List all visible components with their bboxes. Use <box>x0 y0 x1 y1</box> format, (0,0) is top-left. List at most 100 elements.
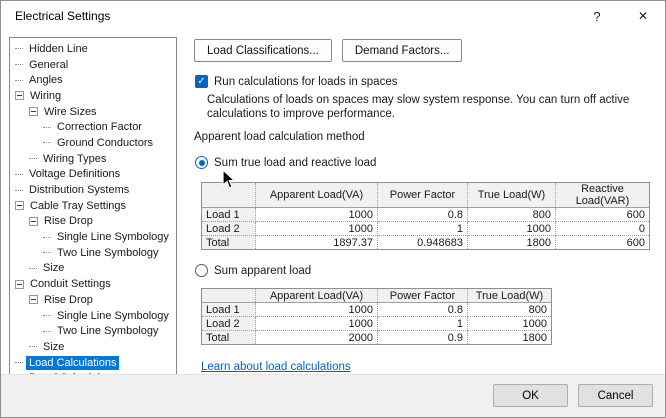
table-row: Load 110000.8800600 <box>202 208 650 222</box>
load-calculations-panel: Load Classifications... Demand Factors..… <box>193 37 657 399</box>
cell-value: 1000 <box>468 222 556 236</box>
table-row: Load 110000.8800 <box>202 303 552 317</box>
cell-value: 800 <box>468 208 556 222</box>
tree-item-label: Single Line Symbology <box>54 230 172 244</box>
tree-connector <box>15 48 23 49</box>
settings-tree: Hidden Line GeneralAnglesWiringWire Sizes… <box>9 37 177 399</box>
tree-item-size[interactable]: Size <box>10 261 176 277</box>
cell-value: 1800 <box>468 331 552 345</box>
collapse-icon[interactable] <box>29 295 38 304</box>
column-header <box>202 289 256 303</box>
run-calculations-label: Run calculations for loads in spaces <box>214 76 397 88</box>
window-title: Electrical Settings <box>15 1 110 31</box>
collapse-icon[interactable] <box>29 107 38 116</box>
tree-item-rise-drop[interactable]: Rise Drop <box>10 214 176 230</box>
tree-item-hidden-line[interactable]: Hidden Line <box>10 41 176 57</box>
tree-item-single-line-symbology[interactable]: Single Line Symbology <box>10 308 176 324</box>
tree-item-label: Correction Factor <box>54 120 145 134</box>
load-classifications-button[interactable]: Load Classifications... <box>194 39 332 62</box>
tree-item-label: Voltage Definitions <box>26 167 123 181</box>
help-button[interactable]: ? <box>575 1 619 31</box>
tree-item-distribution-systems[interactable]: Distribution Systems <box>10 182 176 198</box>
run-calculations-checkbox-row[interactable]: ✓ Run calculations for loads in spaces <box>195 75 397 88</box>
table-row: Load 2100011000 <box>202 317 552 331</box>
tree-item-label: General <box>26 58 71 72</box>
cell-value: 1000 <box>468 317 552 331</box>
checkbox-checked-icon[interactable]: ✓ <box>195 75 208 88</box>
tree-connector <box>43 252 51 253</box>
cell-value: 1800 <box>468 236 556 250</box>
tree-item-label: Load Calculations <box>26 356 119 370</box>
cell-value: 0.8 <box>378 303 468 317</box>
tree-item-angles[interactable]: Angles <box>10 72 176 88</box>
tree-item-label: Rise Drop <box>41 293 96 307</box>
cell-value: 1000 <box>256 208 378 222</box>
tree-item-correction-factor[interactable]: Correction Factor <box>10 119 176 135</box>
cell-value: 0 <box>556 222 650 236</box>
table-row: Load 21000110000 <box>202 222 650 236</box>
tree-item-label: Size <box>40 261 67 275</box>
collapse-icon[interactable] <box>29 217 38 226</box>
tree-connector <box>15 80 23 81</box>
cancel-button[interactable]: Cancel <box>578 384 653 407</box>
tree-item-single-line-symbology[interactable]: Single Line Symbology <box>10 229 176 245</box>
column-header: True Load(W) <box>468 289 552 303</box>
true-reactive-load-table: Apparent Load(VA)Power FactorTrue Load(W… <box>201 182 650 250</box>
collapse-icon[interactable] <box>15 280 24 289</box>
tree-item-load-calculations[interactable]: Load Calculations <box>10 355 176 371</box>
tree-item-size[interactable]: Size <box>10 339 176 355</box>
tree-item-label: Single Line Symbology <box>54 309 172 323</box>
ok-button[interactable]: OK <box>493 384 568 407</box>
row-label: Load 2 <box>202 317 256 331</box>
cell-value: 0.948683 <box>378 236 468 250</box>
electrical-settings-dialog: Electrical Settings ? ✕ Hidden Line Gener… <box>0 0 666 418</box>
tree-item-ground-conductors[interactable]: Ground Conductors <box>10 135 176 151</box>
radio-unselected-icon[interactable] <box>195 264 208 277</box>
tree-item-label: Size <box>40 340 67 354</box>
learn-about-load-calculations-link[interactable]: Learn about load calculations <box>201 361 351 373</box>
collapse-icon[interactable] <box>15 201 24 210</box>
tree-item-label: Two Line Symbology <box>54 324 162 338</box>
column-header: Reactive Load(VAR) <box>556 183 650 208</box>
close-button[interactable]: ✕ <box>621 1 665 31</box>
cell-value: 600 <box>556 236 650 250</box>
tree-item-voltage-definitions[interactable]: Voltage Definitions <box>10 167 176 183</box>
method-section-label: Apparent load calculation method <box>194 131 365 143</box>
tree-connector <box>15 64 23 65</box>
tree-item-rise-drop[interactable]: Rise Drop <box>10 292 176 308</box>
tree-item-wiring-types[interactable]: Wiring Types <box>10 151 176 167</box>
cell-value: 800 <box>468 303 552 317</box>
tree-item-label: Hidden Line <box>26 42 91 56</box>
radio-selected-icon[interactable] <box>195 156 208 169</box>
collapse-icon[interactable] <box>15 91 24 100</box>
tree-item-conduit-settings[interactable]: Conduit Settings <box>10 276 176 292</box>
sum-apparent-label: Sum apparent load <box>214 265 311 277</box>
tree-connector <box>29 158 37 159</box>
cell-value: 1897.37 <box>256 236 378 250</box>
tree-item-label: Distribution Systems <box>26 183 132 197</box>
tree-item-cable-tray-settings[interactable]: Cable Tray Settings <box>10 198 176 214</box>
column-header: Apparent Load(VA) <box>256 289 378 303</box>
table-row: Total20000.91800 <box>202 331 552 345</box>
tree-item-two-line-symbology[interactable]: Two Line Symbology <box>10 323 176 339</box>
tree-item-label: Two Line Symbology <box>54 246 162 260</box>
tree-item-label: Conduit Settings <box>27 277 114 291</box>
tree-connector <box>43 237 51 238</box>
tree-item-label: Angles <box>26 73 66 87</box>
column-header: True Load(W) <box>468 183 556 208</box>
tree-item-wire-sizes[interactable]: Wire Sizes <box>10 104 176 120</box>
tree-item-label: Wire Sizes <box>41 105 100 119</box>
sum-apparent-radio-row[interactable]: Sum apparent load <box>195 264 311 277</box>
tree-connector <box>15 190 23 191</box>
tree-item-wiring[interactable]: Wiring <box>10 88 176 104</box>
row-label: Total <box>202 236 256 250</box>
demand-factors-button[interactable]: Demand Factors... <box>342 39 463 62</box>
sum-true-reactive-radio-row[interactable]: Sum true load and reactive load <box>195 156 376 169</box>
footer-bar: OK Cancel <box>1 374 665 417</box>
tree-connector <box>15 174 23 175</box>
cell-value: 1000 <box>256 222 378 236</box>
tree-item-general[interactable]: General <box>10 57 176 73</box>
cell-value: 1000 <box>256 303 378 317</box>
tree-item-two-line-symbology[interactable]: Two Line Symbology <box>10 245 176 261</box>
column-header <box>202 183 256 208</box>
